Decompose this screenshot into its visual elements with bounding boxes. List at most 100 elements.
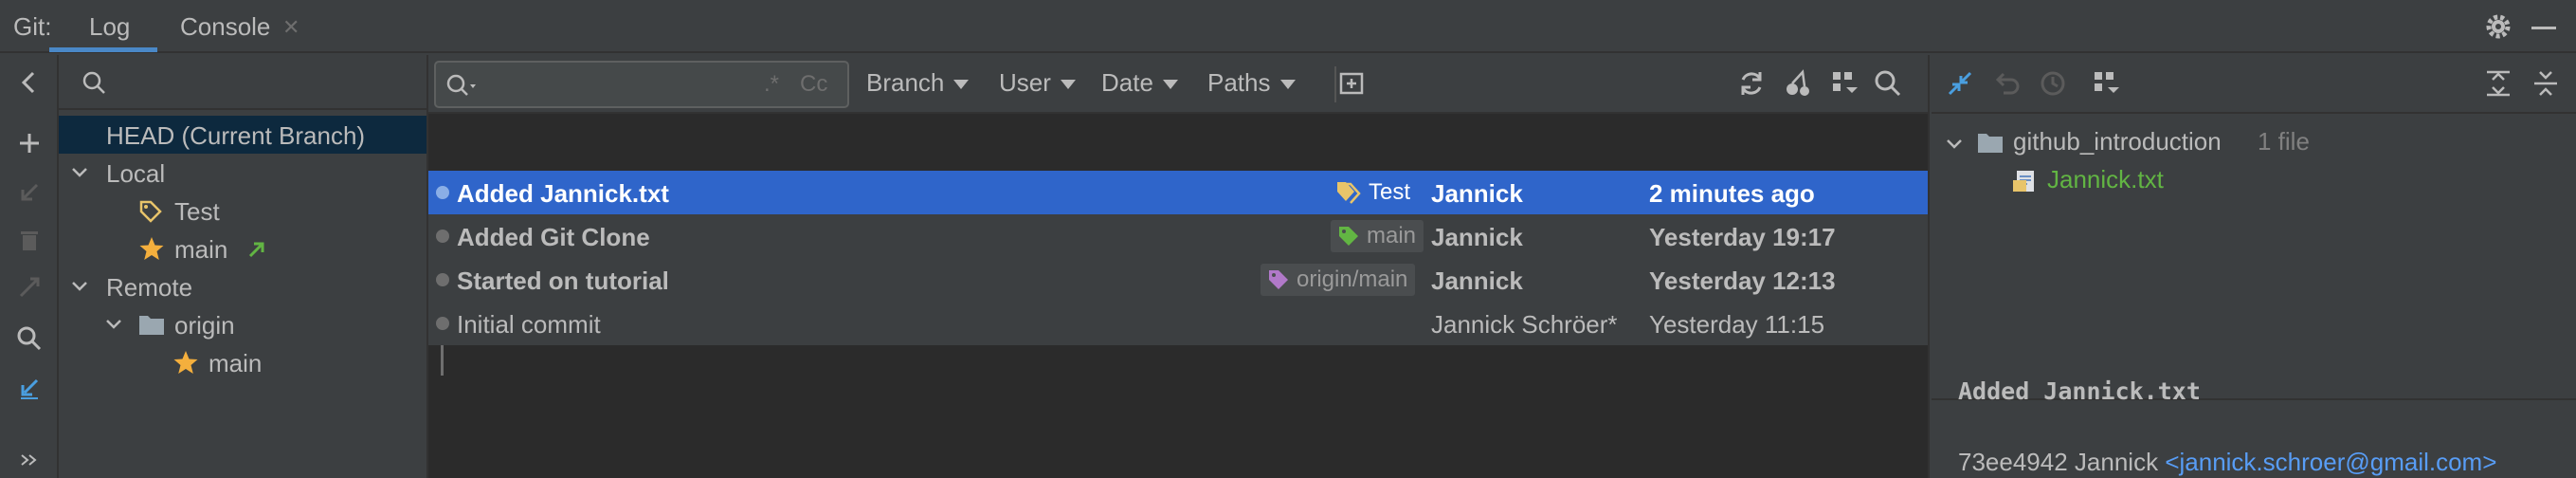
branches-panel: HEAD (Current Branch) Local Test main Re… [59, 55, 428, 478]
search-history-icon[interactable] [445, 73, 478, 98]
file-count: 1 file [2258, 127, 2310, 156]
commit-author: Jannick [1431, 223, 1523, 251]
commit-row[interactable]: Started on tutorial origin/main Jannick … [428, 258, 1928, 302]
author-email-link[interactable]: <jannick.schroer@gmail.com> [2165, 448, 2496, 476]
merge-icon[interactable] [15, 273, 44, 302]
branch-label: main [174, 235, 228, 264]
branch-head[interactable]: HEAD (Current Branch) [59, 116, 426, 154]
chevron-down-icon [953, 80, 970, 90]
commit-row[interactable]: Added Git Clone main Jannick Yesterday 1… [428, 214, 1928, 258]
group-label: Local [106, 159, 166, 188]
ref-name: main [1367, 223, 1417, 248]
commit-author: Jannick [1431, 179, 1523, 208]
match-case-toggle[interactable]: Cc [800, 71, 827, 98]
changed-files-tree: github_introduction 1 file Jannick.txt [1932, 116, 2576, 400]
revert-icon[interactable] [1992, 68, 2023, 99]
folder-name: github_introduction [2013, 127, 2222, 156]
star-icon [173, 351, 198, 374]
compare-icon[interactable] [1945, 68, 1975, 99]
folder-icon [139, 316, 164, 335]
pull-icon[interactable] [15, 374, 44, 402]
branch-search-field[interactable] [59, 55, 426, 110]
close-icon[interactable]: ✕ [282, 15, 299, 40]
branch-label: HEAD (Current Branch) [106, 121, 366, 150]
more-icon[interactable] [15, 446, 44, 474]
group-remote[interactable]: Remote [59, 267, 426, 305]
branch-label: main [209, 349, 263, 377]
chevron-down-icon [1279, 80, 1296, 90]
commit-message: Added Jannick.txt [1958, 377, 2201, 405]
commit-date: Yesterday 11:15 [1649, 310, 1825, 339]
date-filter[interactable]: Date [1101, 68, 1178, 98]
history-icon[interactable] [2038, 68, 2068, 99]
checkout-icon[interactable] [15, 178, 44, 207]
star-icon [139, 237, 164, 260]
grouping-icon[interactable] [2091, 68, 2121, 99]
ref-name: origin/main [1297, 267, 1408, 292]
tool-window-header: Git: Log Console ✕ [0, 0, 2576, 53]
chevron-down-icon[interactable] [70, 277, 89, 296]
commit-row[interactable]: Initial commit Jannick Schröer* Yesterda… [428, 302, 1928, 345]
text-file-icon [2013, 171, 2034, 192]
branch-filter[interactable]: Branch [866, 68, 970, 98]
branch-origin-main[interactable]: main [59, 343, 426, 381]
collapse-all-icon[interactable] [2531, 68, 2561, 99]
add-icon[interactable] [15, 129, 44, 157]
active-tab-indicator [49, 47, 157, 52]
commit-date: Yesterday 19:17 [1649, 223, 1836, 251]
ref-label: main [1331, 220, 1424, 252]
commit-list: Added Jannick.txt Test Jannick 2 minutes… [428, 116, 1928, 478]
tag-icon [1339, 227, 1358, 246]
commit-meta: 73ee4942 Jannick <jannick.schroer@gmail.… [1958, 448, 2496, 477]
ref-label: origin/main [1261, 264, 1416, 296]
chevron-down-icon[interactable] [1945, 135, 1964, 154]
branch-label: Test [174, 197, 220, 226]
tag-icon [1269, 270, 1288, 289]
file-name: Jannick.txt [2047, 165, 2164, 193]
chevron-down-icon[interactable] [70, 163, 89, 182]
log-panel: .* Cc Branch User Date Paths Added Janni… [428, 55, 1930, 478]
paths-filter[interactable]: Paths [1207, 68, 1296, 98]
commit-author: Jannick [2074, 448, 2159, 476]
gear-icon[interactable] [2483, 11, 2513, 42]
user-filter[interactable]: User [999, 68, 1076, 98]
tab-log[interactable]: Log [89, 12, 130, 42]
search-icon [82, 71, 105, 94]
ref-name: Test [1369, 179, 1411, 205]
commit-subject: Initial commit [457, 310, 601, 339]
chevron-down-icon [1162, 80, 1178, 90]
branch-main[interactable]: main [59, 230, 426, 267]
refresh-icon[interactable] [1736, 68, 1767, 99]
commit-date: 2 minutes ago [1649, 179, 1815, 208]
graph-node [436, 273, 449, 286]
cherry-pick-icon[interactable] [1784, 68, 1814, 99]
commit-row[interactable]: Added Jannick.txt Test Jannick 2 minutes… [428, 171, 1928, 214]
commit-subject: Added Jannick.txt [457, 179, 669, 208]
group-label: Remote [106, 273, 193, 302]
trash-icon[interactable] [15, 226, 44, 254]
log-toolbar: .* Cc Branch User Date Paths [428, 55, 1928, 114]
branch-test[interactable]: Test [59, 192, 426, 230]
new-tab-icon[interactable] [1336, 68, 1367, 99]
expand-all-icon[interactable] [2483, 68, 2513, 99]
chevron-down-icon[interactable] [104, 315, 123, 334]
commit-hash[interactable]: 73ee4942 [1958, 448, 2068, 476]
commit-author: Jannick Schröer* [1431, 310, 1618, 339]
remote-origin[interactable]: origin [59, 305, 426, 343]
details-toolbar [1932, 55, 2576, 114]
regex-toggle[interactable]: .* [764, 71, 779, 98]
minimize-icon[interactable] [2531, 27, 2556, 29]
tab-console[interactable]: Console [180, 12, 270, 42]
group-local[interactable]: Local [59, 154, 426, 192]
folder-icon [1978, 134, 2003, 153]
search-icon[interactable] [15, 324, 44, 353]
view-options-icon[interactable] [1829, 68, 1859, 99]
ref-label: Test [1329, 176, 1418, 209]
git-label: Git: [13, 12, 52, 41]
collapse-panel-icon[interactable] [15, 68, 44, 97]
commit-author: Jannick [1431, 267, 1523, 295]
commit-search-field[interactable]: .* Cc [434, 61, 849, 108]
tag-icon [139, 200, 162, 223]
remote-label: origin [174, 311, 235, 340]
search-icon[interactable] [1873, 68, 1903, 99]
